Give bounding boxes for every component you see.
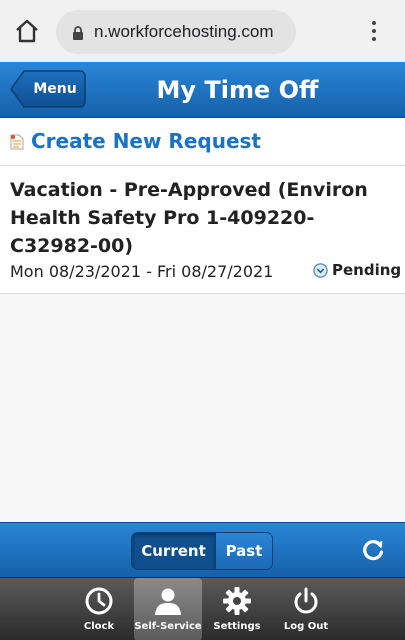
bottom-nav: Clock Self-Service Settings Log Out: [0, 577, 405, 640]
home-icon[interactable]: [14, 18, 40, 44]
nav-item-clock[interactable]: Clock: [65, 578, 133, 640]
gear-icon: [222, 586, 252, 616]
nav-item-settings[interactable]: Settings: [203, 578, 271, 640]
nav-item-self-service[interactable]: Self-Service: [134, 578, 202, 640]
page-title: My Time Off: [156, 76, 319, 104]
more-options-icon[interactable]: [364, 18, 384, 44]
url-text: n.workforcehosting.com: [94, 22, 274, 41]
create-new-request-link[interactable]: Create New Request: [31, 129, 261, 153]
request-list-item[interactable]: Vacation - Pre-Approved (Environ Health …: [0, 166, 405, 294]
new-document-icon: [10, 134, 24, 150]
create-request-row[interactable]: Create New Request: [0, 118, 405, 166]
clock-icon: [84, 586, 114, 616]
status-badge: Pending: [332, 261, 402, 279]
menu-label: Menu: [33, 81, 77, 97]
power-icon: [291, 586, 321, 616]
tab-past[interactable]: Past: [216, 533, 272, 569]
chevron-down-circle-icon: [313, 263, 328, 278]
nav-label-settings: Settings: [213, 621, 261, 632]
request-title: Vacation - Pre-Approved (Environ Health …: [10, 179, 368, 257]
main-content: Create New Request Vacation - Pre-Approv…: [0, 118, 405, 522]
lock-icon: [72, 25, 84, 40]
tab-current[interactable]: Current: [132, 533, 216, 569]
browser-toolbar: n.workforcehosting.com: [0, 0, 405, 62]
nav-label-clock: Clock: [83, 621, 115, 632]
app-header: Menu My Time Off: [0, 62, 405, 118]
refresh-icon[interactable]: [360, 537, 386, 563]
nav-label-log-out: Log Out: [283, 621, 329, 632]
footer-toolbar: Current Past: [0, 522, 405, 577]
nav-item-log-out[interactable]: Log Out: [272, 578, 340, 640]
address-bar[interactable]: n.workforcehosting.com: [56, 10, 296, 54]
nav-label-self-service: Self-Service: [134, 621, 202, 632]
menu-button[interactable]: Menu: [10, 70, 86, 108]
person-icon: [153, 586, 183, 616]
current-past-toggle: Current Past: [131, 532, 273, 570]
request-dates: Mon 08/23/2021 - Fri 08/27/2021: [10, 262, 274, 281]
